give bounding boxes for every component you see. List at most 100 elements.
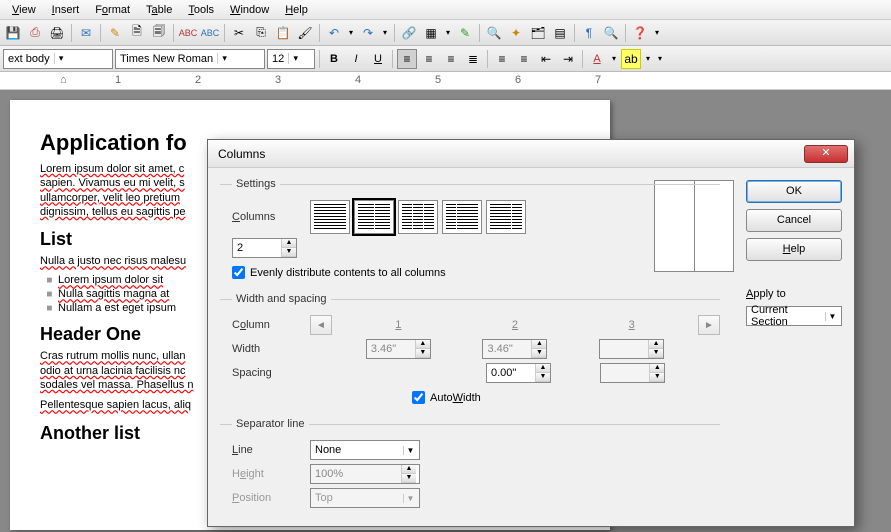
font-color-dropdown-icon[interactable]: ▾ [609,49,619,69]
toolbar-dropdown-icon[interactable]: ▾ [652,23,662,43]
undo-icon[interactable]: ↶ [324,23,344,43]
settings-legend: Settings [232,178,280,190]
print-preview-icon[interactable]: 🗎 [127,23,147,43]
evenly-distribute-checkbox[interactable] [232,266,245,279]
preset-2col[interactable] [354,200,394,234]
cancel-button[interactable]: Cancel [746,209,842,232]
width-label: Width [232,343,302,355]
columns-count-input[interactable] [233,239,281,257]
mail-icon[interactable]: ✉ [76,23,96,43]
menu-tools[interactable]: Tools [180,2,222,18]
help-button[interactable]: Help [746,238,842,261]
help-icon[interactable]: ❓ [630,23,650,43]
menu-view[interactable]: View [4,2,44,18]
decrease-indent-button[interactable]: ⇤ [536,49,556,69]
export-pdf-icon[interactable]: ⎙ [25,23,45,43]
spacing-2-spinner[interactable]: ▲▼ [600,363,665,383]
preset-1col[interactable] [310,200,350,234]
italic-button[interactable]: I [346,49,366,69]
toolbar-dropdown-icon[interactable]: ▾ [655,49,665,69]
font-size-combo[interactable]: 12 ▾ [267,49,315,69]
line-label: Line [232,444,302,456]
undo-dropdown-icon[interactable]: ▾ [346,23,356,43]
redo-dropdown-icon[interactable]: ▾ [380,23,390,43]
width-1-spinner[interactable]: ▲▼ [366,339,431,359]
table-dropdown-icon[interactable]: ▾ [443,23,453,43]
prev-column-button[interactable]: ◄ [310,315,332,335]
align-justify-button[interactable]: ≣ [463,49,483,69]
increase-indent-button[interactable]: ⇥ [558,49,578,69]
separator [574,24,575,42]
align-left-button[interactable]: ≡ [397,49,417,69]
separator [487,50,488,68]
edit-icon[interactable]: ✎ [105,23,125,43]
chevron-down-icon: ▼ [825,312,839,321]
align-center-button[interactable]: ≡ [419,49,439,69]
save-icon[interactable]: 💾 [3,23,23,43]
next-column-button[interactable]: ► [698,315,720,335]
paragraph-style-value: ext body [8,53,50,65]
dialog-buttons: OK Cancel Help [746,180,842,261]
autospell-icon[interactable]: ABC [200,23,220,43]
menu-table[interactable]: Table [138,2,180,18]
highlight-dropdown-icon[interactable]: ▾ [643,49,653,69]
data-sources-icon[interactable]: ▤ [550,23,570,43]
width-2-spinner[interactable]: ▲▼ [482,339,547,359]
col-header-1: 1 [362,319,434,331]
menu-format[interactable]: Format [87,2,138,18]
copy-icon[interactable]: ⎘ [251,23,271,43]
font-color-button[interactable]: A [587,49,607,69]
zoom-icon[interactable]: 🔍 [601,23,621,43]
menu-insert[interactable]: Insert [44,2,88,18]
bold-button[interactable]: B [324,49,344,69]
hyperlink-icon[interactable]: 🔗 [399,23,419,43]
ruler-mark: 2 [195,74,201,86]
format-paintbrush-icon[interactable]: 🖌 [295,23,315,43]
separator [394,24,395,42]
ok-button[interactable]: OK [746,180,842,203]
preset-left-narrow[interactable] [442,200,482,234]
font-name-combo[interactable]: Times New Roman ▾ [115,49,265,69]
bullet-list-button[interactable]: ≡ [514,49,534,69]
spin-up-icon[interactable]: ▲ [282,239,296,248]
paragraph-style-combo[interactable]: ext body ▾ [3,49,113,69]
nonprinting-icon[interactable]: ¶ [579,23,599,43]
line-style-dropdown[interactable]: None ▼ [310,440,420,460]
underline-button[interactable]: U [368,49,388,69]
page-preview-icon[interactable]: 🗐 [149,23,169,43]
separator [392,50,393,68]
preset-right-narrow[interactable] [486,200,526,234]
width-3-spinner[interactable]: ▲▼ [599,339,664,359]
dialog-titlebar[interactable]: Columns ✕ [208,140,854,168]
table-icon[interactable]: ▦ [421,23,441,43]
print-icon[interactable]: 🖨 [47,23,67,43]
spin-down-icon[interactable]: ▼ [282,248,296,257]
numbered-list-button[interactable]: ≡ [492,49,512,69]
apply-to-value: Current Section [751,304,825,328]
find-icon[interactable]: 🔍 [484,23,504,43]
preset-3col[interactable] [398,200,438,234]
apply-to-dropdown[interactable]: Current Section ▼ [746,306,842,326]
spellcheck-icon[interactable]: ABC [178,23,198,43]
show-draw-icon[interactable]: ✎ [455,23,475,43]
horizontal-ruler[interactable]: ⌂ 1 2 3 4 5 6 7 [0,72,891,90]
redo-icon[interactable]: ↷ [358,23,378,43]
align-right-button[interactable]: ≡ [441,49,461,69]
menu-window[interactable]: Window [222,2,277,18]
column-row-label: Column [232,319,302,331]
autowidth-checkbox[interactable] [412,391,425,404]
paste-icon[interactable]: 📋 [273,23,293,43]
col-header-3: 3 [596,319,668,331]
position-dropdown: Top ▼ [310,488,420,508]
separator [100,24,101,42]
columns-count-spinner[interactable]: ▲▼ [232,238,297,258]
autowidth-label: AutoWidth [430,392,481,404]
spacing-1-spinner[interactable]: ▲▼ [486,363,551,383]
navigator-icon[interactable]: ✦ [506,23,526,43]
highlight-button[interactable]: ab [621,49,641,69]
close-button[interactable]: ✕ [804,145,848,163]
gallery-icon[interactable]: 🗂 [528,23,548,43]
menu-help[interactable]: Help [277,2,316,18]
separator [479,24,480,42]
cut-icon[interactable]: ✂ [229,23,249,43]
